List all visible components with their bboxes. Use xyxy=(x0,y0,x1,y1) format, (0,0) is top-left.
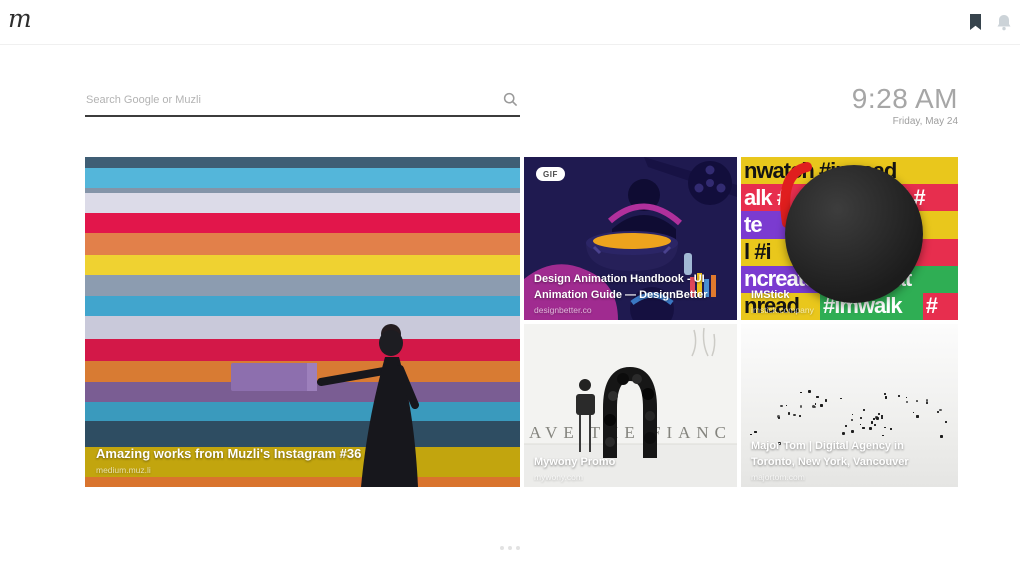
muzli-logo[interactable]: m xyxy=(8,4,32,33)
particle-swarm-artwork xyxy=(741,324,958,487)
loader-dot xyxy=(508,546,512,550)
loader-dot xyxy=(500,546,504,550)
magnetic-disc-artwork xyxy=(785,165,923,303)
clock-time: 9:28 AM xyxy=(852,84,958,113)
animation-illustration-artwork xyxy=(524,157,737,320)
search-icon[interactable] xyxy=(503,92,518,107)
floral-arch-artwork xyxy=(524,324,737,487)
top-bar: m xyxy=(0,0,1020,45)
header-icons xyxy=(968,13,1012,31)
bell-icon[interactable] xyxy=(996,14,1012,31)
card-muzli-instagram[interactable]: Amazing works from Muzli's Instagram #36… xyxy=(85,157,520,487)
loader-dot xyxy=(516,546,520,550)
card-majortom[interactable]: Major Tom | Digital Agency in Toronto, N… xyxy=(741,324,958,487)
card-designbetter[interactable]: GIF Design Animation Handbook - UI Anima… xyxy=(524,157,737,320)
card-mywony[interactable]: AVE THE FIANC Mywony Promo mywony.com xyxy=(524,324,737,487)
woman-silhouette-artwork xyxy=(85,157,520,487)
bookmark-icon[interactable] xyxy=(968,13,983,31)
search-input[interactable] xyxy=(85,86,520,117)
card-imstick[interactable]: nwatch #imreadalk #imin! #teh #il #imtrn… xyxy=(741,157,958,320)
feed-loader xyxy=(500,546,520,550)
gif-badge: GIF xyxy=(536,167,565,181)
clock-date: Friday, May 24 xyxy=(852,116,958,127)
search-bar xyxy=(85,86,520,117)
clock-widget: 9:28 AM Friday, May 24 xyxy=(852,84,958,127)
feed-grid: Amazing works from Muzli's Instagram #36… xyxy=(85,157,958,487)
